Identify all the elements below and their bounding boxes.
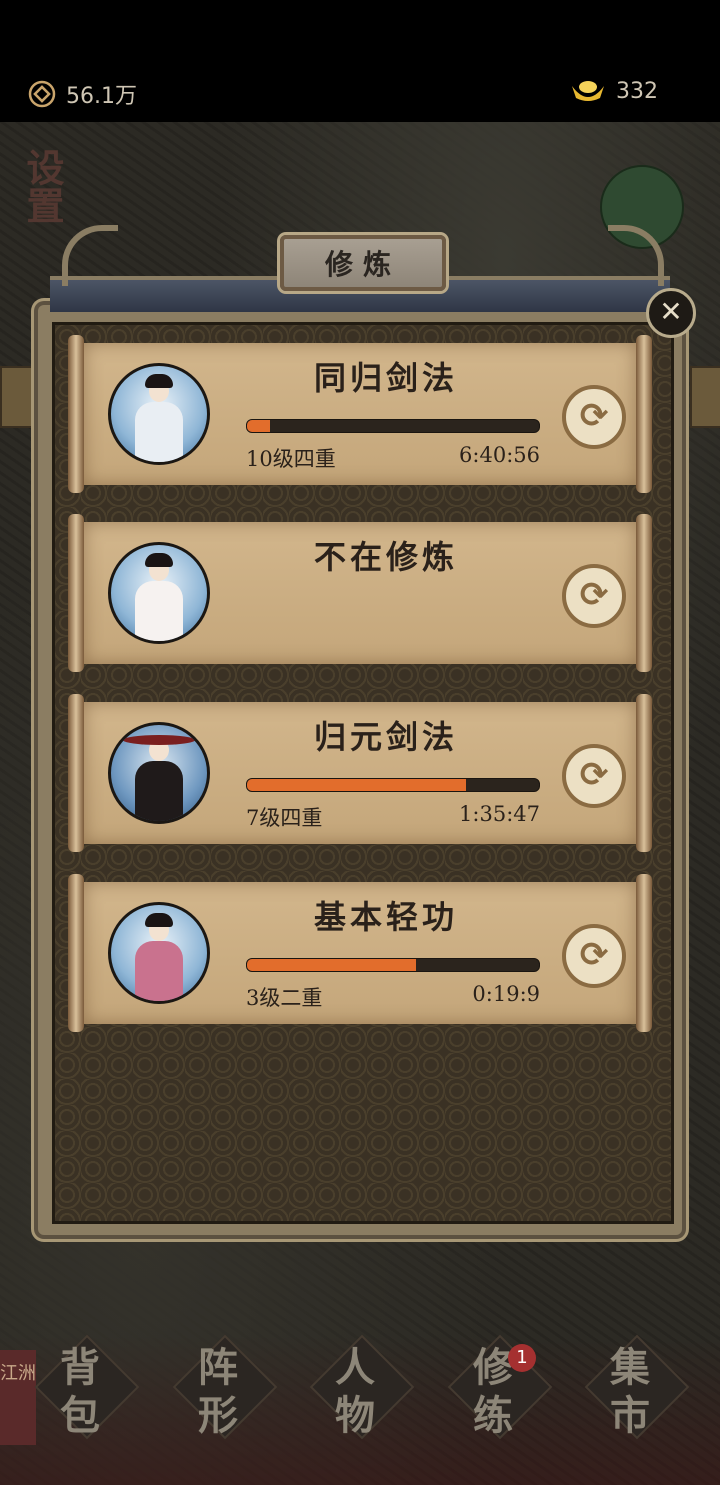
panel-title: 修炼: [280, 235, 446, 291]
cultivation-slot[interactable]: 不在修炼 ⟳: [68, 514, 652, 672]
scroll-rod-left: [68, 874, 84, 1032]
notification-badge: 1: [508, 1344, 536, 1372]
nav-cultivation[interactable]: 修练: [443, 1334, 553, 1440]
panel-right-knob: [690, 366, 720, 428]
scroll-rod-left: [68, 335, 84, 493]
nav-characters[interactable]: 人物: [305, 1334, 415, 1440]
skill-level: 7级四重: [246, 806, 323, 830]
coin-amount: 56.1万: [66, 84, 137, 109]
scroll-rod-right: [636, 874, 652, 1032]
nav-market[interactable]: 集市: [580, 1334, 690, 1440]
skill-name: 不在修炼: [313, 538, 458, 576]
refresh-icon[interactable]: ⟳: [562, 564, 626, 628]
progress-fill: [247, 420, 271, 432]
cultivation-slot[interactable]: 归元剑法 7级四重 1:35:47 ⟳: [68, 694, 652, 852]
nav-label: 背包: [60, 1344, 110, 1439]
refresh-icon[interactable]: ⟳: [562, 385, 626, 449]
character-portrait: [108, 363, 210, 465]
gold-ingot-icon: [572, 81, 604, 101]
remaining-time: 6:40:56: [459, 443, 540, 467]
nav-formation[interactable]: 阵形: [168, 1334, 278, 1440]
skill-name: 基本轻功: [313, 898, 458, 936]
coin-icon: [28, 80, 56, 108]
refresh-icon[interactable]: ⟳: [562, 744, 626, 808]
coin-counter: 56.1万: [28, 78, 137, 110]
nav-inventory[interactable]: 背包: [30, 1334, 140, 1440]
scroll-rod-right: [636, 335, 652, 493]
character-portrait: [108, 542, 210, 644]
character-portrait: [108, 722, 210, 824]
cultivation-slot[interactable]: 同归剑法 10级四重 6:40:56 ⟳: [68, 335, 652, 493]
progress-fill: [247, 779, 466, 791]
remaining-time: 0:19:9: [472, 982, 540, 1006]
panel-left-knob: [0, 366, 34, 428]
skill-level: 10级四重: [246, 447, 336, 471]
refresh-icon[interactable]: ⟳: [562, 924, 626, 988]
remaining-time: 1:35:47: [459, 802, 540, 826]
skill-level: 3级二重: [246, 986, 323, 1010]
scroll-rod-right: [636, 694, 652, 852]
skill-name: 归元剑法: [313, 718, 458, 756]
progress-bar: [246, 419, 540, 433]
nav-label: 集市: [610, 1344, 660, 1439]
gold-amount: 332: [616, 78, 658, 104]
skill-name: 同归剑法: [313, 359, 458, 397]
progress-bar: [246, 958, 540, 972]
scroll-rod-left: [68, 514, 84, 672]
progress-bar: [246, 778, 540, 792]
scroll-rod-left: [68, 694, 84, 852]
settings-button[interactable]: 设置: [20, 148, 65, 224]
progress-fill: [247, 959, 417, 971]
nav-label: 阵形: [198, 1344, 248, 1439]
nav-label: 人物: [335, 1344, 385, 1439]
scroll-rod-right: [636, 514, 652, 672]
character-portrait: [108, 902, 210, 1004]
gold-counter: 332: [570, 78, 658, 104]
cultivation-slot[interactable]: 基本轻功 3级二重 0:19:9 ⟳: [68, 874, 652, 1032]
nav-label: 修练: [473, 1344, 523, 1439]
close-button[interactable]: ✕: [646, 288, 696, 338]
